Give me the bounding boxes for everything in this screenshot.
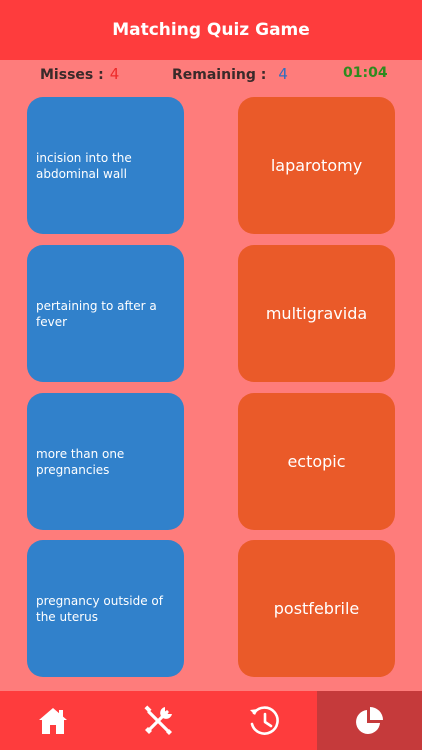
misses-stat: Misses : 4: [40, 65, 119, 83]
definition-card[interactable]: more than one pregnancies: [27, 393, 184, 530]
misses-value: 4: [109, 65, 120, 83]
page-title: Matching Quiz Game: [112, 20, 310, 40]
tab-history[interactable]: [211, 691, 317, 750]
term-text: ectopic: [287, 452, 346, 471]
definition-text: pertaining to after a fever: [36, 298, 157, 329]
stats-bar: Misses : 4 Remaining : 4 01:04: [0, 60, 422, 88]
timer: 01:04: [343, 65, 388, 81]
history-icon: [249, 705, 279, 735]
term-text: multigravida: [265, 304, 368, 323]
tab-home[interactable]: [0, 691, 106, 750]
term-card[interactable]: laparotomy: [238, 97, 395, 234]
term-card[interactable]: ectopic: [238, 393, 395, 530]
tab-stats[interactable]: [316, 691, 422, 750]
misses-label: Misses :: [40, 67, 104, 83]
definition-text: incision into the abdominal wall: [36, 150, 132, 181]
tab-settings[interactable]: [106, 691, 212, 750]
remaining-label: Remaining :: [172, 67, 267, 83]
remaining-value: 4: [278, 65, 288, 83]
term-card[interactable]: multigravida: [238, 245, 395, 382]
app-header: Matching Quiz Game: [0, 0, 422, 60]
term-card[interactable]: postfebrile: [238, 540, 395, 677]
tab-bar: [0, 691, 422, 750]
definition-card[interactable]: pertaining to after a fever: [27, 245, 184, 382]
definition-text: more than one pregnancies: [36, 446, 125, 477]
term-text: postfebrile: [273, 599, 360, 618]
definition-card[interactable]: pregnancy outside of the uterus: [27, 540, 184, 677]
tools-icon: [144, 704, 173, 735]
definition-card[interactable]: incision into the abdominal wall: [27, 97, 184, 234]
pie-chart-icon: [356, 706, 384, 734]
term-text: laparotomy: [270, 156, 363, 175]
home-icon: [38, 707, 67, 734]
remaining-stat: Remaining : 4: [172, 65, 288, 83]
definition-text: pregnancy outside of the uterus: [36, 593, 163, 624]
